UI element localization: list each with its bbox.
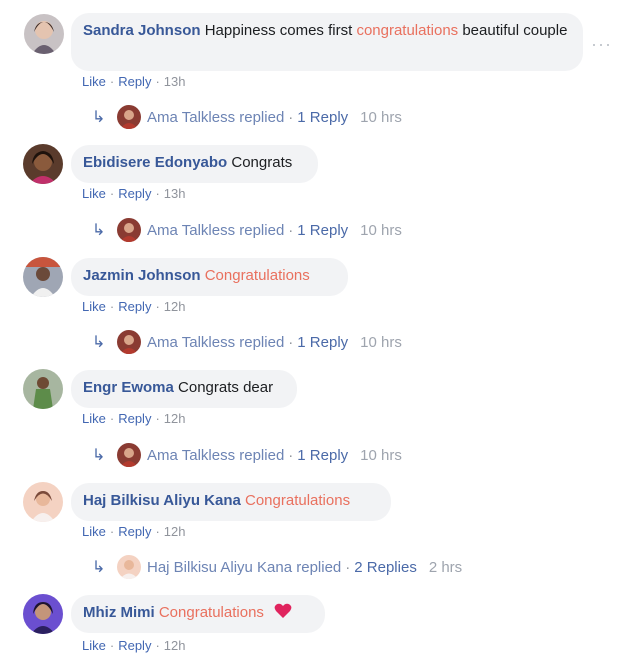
reply-count: 2 Replies xyxy=(354,558,417,576)
reply-arrow-icon: ↳ xyxy=(92,559,106,576)
comment-author[interactable]: Engr Ewoma xyxy=(83,379,174,396)
avatar[interactable] xyxy=(23,594,63,634)
comment-time[interactable]: 12h xyxy=(164,411,186,426)
reply-time: 10 hrs xyxy=(360,221,402,239)
reply-button[interactable]: Reply xyxy=(118,186,151,201)
comment-text: Happiness comes first xyxy=(204,22,353,39)
separator: · xyxy=(109,524,115,539)
like-button[interactable]: Like xyxy=(82,186,106,201)
reply-time: 10 hrs xyxy=(360,333,402,351)
separator: · xyxy=(155,299,160,314)
separator: · xyxy=(109,299,115,314)
like-button[interactable]: Like xyxy=(82,299,106,314)
replies-link[interactable]: ↳ Ama Talkless replied · 1 Reply 10 hrs xyxy=(92,330,402,354)
reply-count: 1 Reply xyxy=(297,108,349,126)
comment-text: Congrats xyxy=(231,154,293,171)
like-button[interactable]: Like xyxy=(82,524,106,539)
reply-time: 10 hrs xyxy=(360,446,402,464)
separator: · xyxy=(155,74,160,89)
comment-author[interactable]: Mhiz Mimi xyxy=(83,604,155,621)
comment-time[interactable]: 12h xyxy=(164,299,186,314)
reply-button[interactable]: Reply xyxy=(118,74,151,89)
replier-avatar xyxy=(117,555,141,579)
avatar[interactable] xyxy=(24,14,64,54)
reply-count: 1 Reply xyxy=(297,221,349,239)
reply-arrow-icon: ↳ xyxy=(92,109,106,126)
replier-name: Ama Talkless replied xyxy=(147,333,285,351)
separator: · xyxy=(109,74,115,89)
replier-avatar xyxy=(117,330,141,354)
separator: · xyxy=(288,108,294,126)
heart-emoji-icon xyxy=(274,603,292,618)
reply-count: 1 Reply xyxy=(297,333,349,351)
comment-bubble: Haj Bilkisu Aliyu Kana Congratulations xyxy=(71,483,391,521)
reply-time: 10 hrs xyxy=(360,108,402,126)
comment-time[interactable]: 13h xyxy=(164,186,186,201)
replies-link[interactable]: ↳ Ama Talkless replied · 1 Reply 10 hrs xyxy=(92,443,402,467)
avatar[interactable] xyxy=(23,144,63,184)
comment-actions: Like · Reply · 12h xyxy=(82,524,186,539)
comment-actions: Like · Reply · 12h xyxy=(82,638,186,653)
avatar[interactable] xyxy=(23,369,63,409)
replies-link[interactable]: ↳ Haj Bilkisu Aliyu Kana replied · 2 Repli… xyxy=(92,555,462,579)
comment-bubble: Ebidisere Edonyabo Congrats xyxy=(71,145,318,183)
replies-link[interactable]: ↳ Ama Talkless replied · 1 Reply 10 hrs xyxy=(92,105,402,129)
comment-bubble: Sandra Johnson Happiness comes first con… xyxy=(71,13,583,71)
separator: · xyxy=(288,333,294,351)
comment-author[interactable]: Sandra Johnson xyxy=(83,22,201,39)
replier-name: Haj Bilkisu Aliyu Kana replied xyxy=(147,558,342,576)
comment-bubble: Engr Ewoma Congrats dear xyxy=(71,370,297,408)
comment-actions: Like · Reply · 13h xyxy=(82,74,186,89)
replier-name: Ama Talkless replied xyxy=(147,221,285,239)
replier-name: Ama Talkless replied xyxy=(147,446,285,464)
reply-arrow-icon: ↳ xyxy=(92,222,106,239)
comment-highlight[interactable]: Congratulations xyxy=(205,267,310,284)
replier-avatar xyxy=(117,443,141,467)
comment-text-tail: beautiful couple xyxy=(462,22,568,39)
comment-author[interactable]: Jazmin Johnson xyxy=(83,267,201,284)
comment-time[interactable]: 13h xyxy=(164,74,186,89)
separator: · xyxy=(109,186,115,201)
comment-text: Congrats dear xyxy=(178,379,274,396)
separator: · xyxy=(155,411,160,426)
avatar[interactable] xyxy=(23,482,63,522)
comment-highlight[interactable]: congratulations xyxy=(356,22,458,39)
replier-avatar xyxy=(117,105,141,129)
separator: · xyxy=(155,638,160,653)
avatar[interactable] xyxy=(23,257,63,297)
comment-time[interactable]: 12h xyxy=(164,524,186,539)
separator: · xyxy=(109,411,115,426)
separator: · xyxy=(109,638,115,653)
reply-button[interactable]: Reply xyxy=(118,524,151,539)
like-button[interactable]: Like xyxy=(82,411,106,426)
reply-button[interactable]: Reply xyxy=(118,411,151,426)
comment-bubble: Jazmin Johnson Congratulations xyxy=(71,258,348,296)
comment-highlight[interactable]: Congratulations xyxy=(245,492,350,509)
like-button[interactable]: Like xyxy=(82,638,106,653)
comment-bubble: Mhiz Mimi Congratulations xyxy=(71,595,325,633)
comment-actions: Like · Reply · 12h xyxy=(82,299,186,314)
replier-avatar xyxy=(117,218,141,242)
reply-count: 1 Reply xyxy=(297,446,349,464)
like-button[interactable]: Like xyxy=(82,74,106,89)
comment-highlight[interactable]: Congratulations xyxy=(159,604,264,621)
reply-arrow-icon: ↳ xyxy=(92,447,106,464)
reply-button[interactable]: Reply xyxy=(118,299,151,314)
replies-link[interactable]: ↳ Ama Talkless replied · 1 Reply 10 hrs xyxy=(92,218,402,242)
separator: · xyxy=(155,524,160,539)
separator: · xyxy=(345,558,351,576)
comment-actions: Like · Reply · 13h xyxy=(82,186,186,201)
replier-name: Ama Talkless replied xyxy=(147,108,285,126)
comment-time[interactable]: 12h xyxy=(164,638,186,653)
reply-arrow-icon: ↳ xyxy=(92,334,106,351)
comment-actions: Like · Reply · 12h xyxy=(82,411,186,426)
separator: · xyxy=(288,446,294,464)
reply-button[interactable]: Reply xyxy=(118,638,151,653)
reply-time: 2 hrs xyxy=(428,558,463,576)
more-options-icon[interactable]: ··· xyxy=(591,34,612,55)
separator: · xyxy=(288,221,294,239)
separator: · xyxy=(155,186,160,201)
comment-author[interactable]: Haj Bilkisu Aliyu Kana xyxy=(83,492,241,509)
comment-author[interactable]: Ebidisere Edonyabo xyxy=(83,154,227,171)
